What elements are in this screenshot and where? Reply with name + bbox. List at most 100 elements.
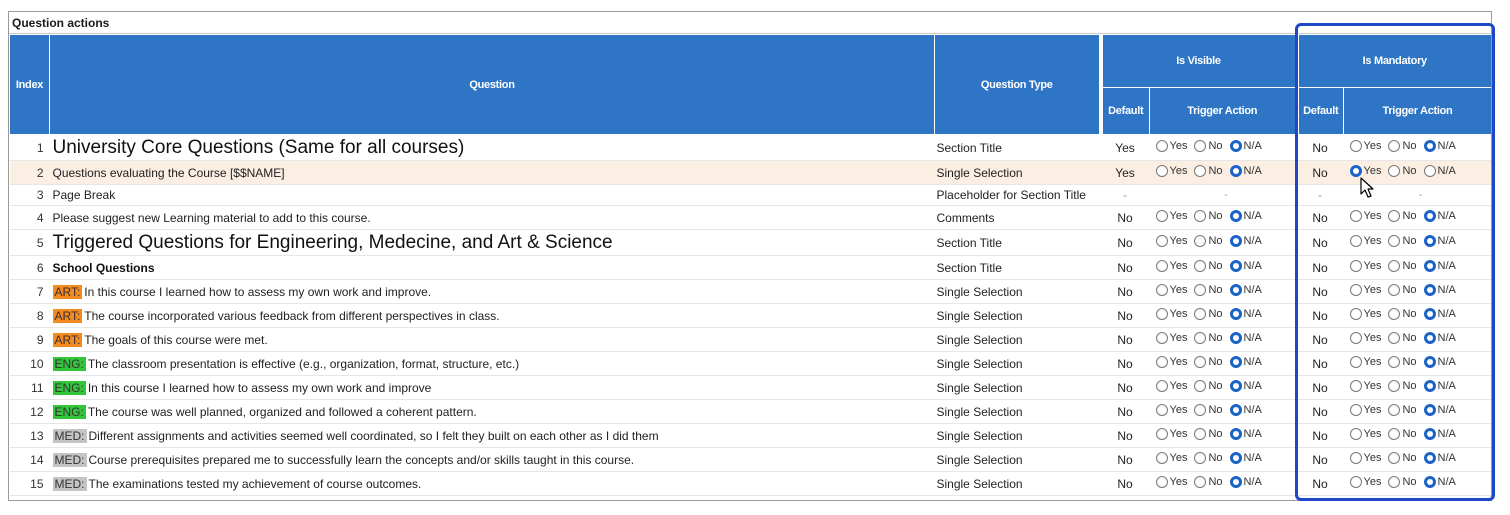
radio-na[interactable] [1229, 210, 1242, 222]
mandatory-trigger-option-no[interactable]: No [1388, 404, 1417, 416]
radio-yes[interactable] [1155, 308, 1168, 320]
radio-na[interactable] [1229, 428, 1242, 440]
radio-yes[interactable] [1349, 404, 1362, 416]
radio-yes[interactable] [1155, 452, 1168, 464]
mandatory-trigger-option-na[interactable]: N/A [1423, 140, 1456, 152]
visible-trigger-option-yes[interactable]: Yes [1155, 260, 1187, 272]
mandatory-trigger-option-yes[interactable]: Yes [1349, 428, 1381, 440]
visible-trigger-option-yes[interactable]: Yes [1155, 332, 1187, 344]
visible-trigger-option-no[interactable]: No [1194, 210, 1223, 222]
radio-na[interactable] [1423, 284, 1436, 296]
visible-trigger-option-yes[interactable]: Yes [1155, 356, 1187, 368]
visible-trigger-option-na[interactable]: N/A [1229, 210, 1262, 222]
radio-yes[interactable] [1155, 210, 1168, 222]
mandatory-trigger-option-yes[interactable]: Yes [1349, 476, 1381, 488]
visible-trigger-option-na[interactable]: N/A [1229, 476, 1262, 488]
mandatory-trigger-option-no[interactable]: No [1388, 260, 1417, 272]
radio-yes[interactable] [1155, 235, 1168, 247]
radio-no[interactable] [1388, 332, 1401, 344]
visible-trigger-option-no[interactable]: No [1194, 235, 1223, 247]
visible-trigger-option-no[interactable]: No [1194, 476, 1223, 488]
radio-yes[interactable] [1349, 356, 1362, 368]
mandatory-trigger-option-na[interactable]: N/A [1423, 332, 1456, 344]
radio-na[interactable] [1423, 380, 1436, 392]
radio-na[interactable] [1229, 380, 1242, 392]
radio-no[interactable] [1388, 452, 1401, 464]
mandatory-trigger-option-no[interactable]: No [1388, 380, 1417, 392]
radio-na[interactable] [1423, 476, 1436, 488]
radio-no[interactable] [1388, 235, 1401, 247]
radio-no[interactable] [1194, 380, 1207, 392]
mandatory-trigger-option-yes[interactable]: Yes [1349, 284, 1381, 296]
visible-trigger-option-na[interactable]: N/A [1229, 235, 1262, 247]
radio-no[interactable] [1388, 165, 1401, 177]
visible-trigger-option-no[interactable]: No [1194, 452, 1223, 464]
mandatory-trigger-option-no[interactable]: No [1388, 332, 1417, 344]
visible-trigger-option-na[interactable]: N/A [1229, 452, 1262, 464]
mandatory-trigger-option-yes[interactable]: Yes [1349, 308, 1381, 320]
mandatory-trigger-option-no[interactable]: No [1388, 476, 1417, 488]
radio-na[interactable] [1423, 356, 1436, 368]
mandatory-trigger-option-no[interactable]: No [1388, 356, 1417, 368]
radio-yes[interactable] [1349, 165, 1362, 177]
radio-yes[interactable] [1155, 140, 1168, 152]
radio-na[interactable] [1423, 308, 1436, 320]
mandatory-trigger-option-yes[interactable]: Yes [1349, 380, 1381, 392]
radio-yes[interactable] [1349, 428, 1362, 440]
radio-no[interactable] [1194, 260, 1207, 272]
visible-trigger-option-no[interactable]: No [1194, 140, 1223, 152]
mandatory-trigger-option-no[interactable]: No [1388, 284, 1417, 296]
visible-trigger-option-no[interactable]: No [1194, 332, 1223, 344]
radio-no[interactable] [1388, 140, 1401, 152]
radio-yes[interactable] [1349, 210, 1362, 222]
visible-trigger-option-yes[interactable]: Yes [1155, 380, 1187, 392]
radio-no[interactable] [1194, 165, 1207, 177]
radio-yes[interactable] [1155, 284, 1168, 296]
mandatory-trigger-option-na[interactable]: N/A [1423, 210, 1456, 222]
mandatory-trigger-option-no[interactable]: No [1388, 308, 1417, 320]
visible-trigger-option-na[interactable]: N/A [1229, 332, 1262, 344]
radio-no[interactable] [1194, 356, 1207, 368]
mandatory-trigger-option-na[interactable]: N/A [1423, 308, 1456, 320]
radio-no[interactable] [1388, 260, 1401, 272]
radio-no[interactable] [1194, 235, 1207, 247]
radio-yes[interactable] [1349, 332, 1362, 344]
visible-trigger-option-na[interactable]: N/A [1229, 140, 1262, 152]
visible-trigger-option-yes[interactable]: Yes [1155, 235, 1187, 247]
visible-trigger-option-na[interactable]: N/A [1229, 284, 1262, 296]
mandatory-trigger-option-yes[interactable]: Yes [1349, 452, 1381, 464]
radio-no[interactable] [1194, 210, 1207, 222]
visible-trigger-option-yes[interactable]: Yes [1155, 428, 1187, 440]
mandatory-trigger-option-no[interactable]: No [1388, 165, 1417, 177]
mandatory-trigger-option-na[interactable]: N/A [1423, 356, 1456, 368]
visible-trigger-option-na[interactable]: N/A [1229, 308, 1262, 320]
visible-trigger-option-yes[interactable]: Yes [1155, 404, 1187, 416]
radio-na[interactable] [1229, 165, 1242, 177]
visible-trigger-option-yes[interactable]: Yes [1155, 476, 1187, 488]
radio-no[interactable] [1388, 284, 1401, 296]
radio-no[interactable] [1388, 356, 1401, 368]
radio-no[interactable] [1388, 428, 1401, 440]
visible-trigger-option-yes[interactable]: Yes [1155, 210, 1187, 222]
radio-yes[interactable] [1349, 284, 1362, 296]
mandatory-trigger-option-yes[interactable]: Yes [1349, 332, 1381, 344]
radio-no[interactable] [1388, 476, 1401, 488]
visible-trigger-option-na[interactable]: N/A [1229, 165, 1262, 177]
radio-no[interactable] [1194, 140, 1207, 152]
mandatory-trigger-option-na[interactable]: N/A [1423, 260, 1456, 272]
radio-na[interactable] [1423, 210, 1436, 222]
visible-trigger-option-na[interactable]: N/A [1229, 380, 1262, 392]
mandatory-trigger-option-no[interactable]: No [1388, 428, 1417, 440]
visible-trigger-option-na[interactable]: N/A [1229, 404, 1262, 416]
radio-no[interactable] [1388, 308, 1401, 320]
visible-trigger-option-no[interactable]: No [1194, 428, 1223, 440]
visible-trigger-option-yes[interactable]: Yes [1155, 140, 1187, 152]
mandatory-trigger-option-na[interactable]: N/A [1423, 284, 1456, 296]
radio-na[interactable] [1229, 452, 1242, 464]
radio-no[interactable] [1194, 308, 1207, 320]
radio-na[interactable] [1229, 404, 1242, 416]
radio-no[interactable] [1194, 332, 1207, 344]
radio-na[interactable] [1229, 476, 1242, 488]
visible-trigger-option-yes[interactable]: Yes [1155, 165, 1187, 177]
mandatory-trigger-option-yes[interactable]: Yes [1349, 356, 1381, 368]
